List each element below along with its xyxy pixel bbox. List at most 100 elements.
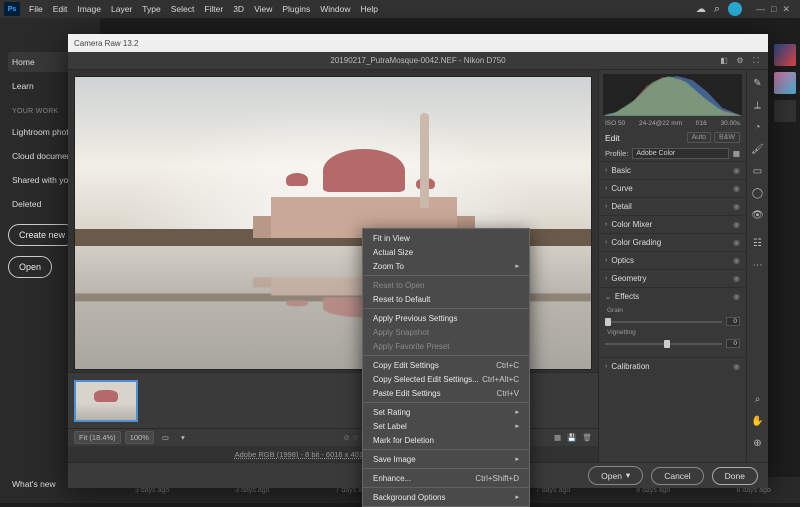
vignetting-slider[interactable] — [605, 343, 722, 345]
crop-tool-icon[interactable]: ⟂ — [751, 98, 765, 112]
menu-plugins[interactable]: Plugins — [277, 4, 315, 14]
section-effects-label: Effects — [615, 292, 639, 301]
hand-tool-icon[interactable]: ✋ — [751, 414, 765, 428]
menu-item-enhance-[interactable]: Enhance...Ctrl+Shift+D — [363, 471, 529, 485]
menu-item-zoom-to[interactable]: Zoom To▸ — [363, 259, 529, 273]
user-avatar[interactable] — [728, 2, 742, 16]
menu-type[interactable]: Type — [137, 4, 165, 14]
visibility-icon[interactable]: ◉ — [733, 202, 740, 211]
menu-item-apply-favorite-preset: Apply Favorite Preset — [363, 339, 529, 353]
create-new-button[interactable]: Create new — [8, 224, 76, 246]
menu-window[interactable]: Window — [315, 4, 355, 14]
profile-browse-icon[interactable]: ▦ — [733, 149, 740, 158]
menu-view[interactable]: View — [249, 4, 277, 14]
menu-item-background-options[interactable]: Background Options▸ — [363, 490, 529, 504]
open-image-button[interactable]: Open▾ — [588, 466, 643, 485]
meta-aperture: f/16 — [696, 120, 707, 127]
bw-button[interactable]: B&W — [714, 132, 740, 143]
search-icon[interactable]: ⌕ — [714, 3, 720, 16]
brush-tool-icon[interactable]: 🖌 — [751, 142, 765, 156]
menu-layer[interactable]: Layer — [106, 4, 137, 14]
section-color-grading[interactable]: ›Color Grading◉ — [599, 233, 746, 251]
visibility-icon[interactable]: ◉ — [733, 220, 740, 229]
window-maximize-icon[interactable]: □ — [771, 4, 776, 15]
heal-tool-icon[interactable]: ◔ — [751, 120, 765, 134]
section-optics[interactable]: ›Optics◉ — [599, 251, 746, 269]
menu-item-set-label[interactable]: Set Label▸ — [363, 419, 529, 433]
zoom-fit-selector[interactable]: Fit (18.4%) — [74, 431, 121, 444]
done-button[interactable]: Done — [712, 467, 758, 485]
filmstrip-toggle-icon[interactable]: ▭ — [158, 433, 173, 442]
menu-item-actual-size[interactable]: Actual Size — [363, 245, 529, 259]
filter-icon[interactable]: ▾ — [177, 433, 189, 442]
zoom-100-button[interactable]: 100% — [125, 431, 154, 444]
menu-item-mark-for-deletion[interactable]: Mark for Deletion — [363, 433, 529, 447]
section-basic[interactable]: ›Basic◉ — [599, 161, 746, 179]
histogram[interactable] — [603, 74, 742, 116]
gradient-tool-icon[interactable]: ▭ — [751, 164, 765, 178]
meta-lens: 24-24@22 mm — [639, 120, 682, 127]
visibility-icon[interactable]: ◉ — [733, 166, 740, 175]
menu-help[interactable]: Help — [355, 4, 382, 14]
sampler-tool-icon[interactable]: ⊕ — [751, 436, 765, 450]
recent-thumbnails — [770, 40, 800, 126]
menu-file[interactable]: File — [24, 4, 48, 14]
redeye-tool-icon[interactable]: 👁 — [751, 208, 765, 222]
visibility-icon[interactable]: ◉ — [733, 274, 740, 283]
recent-thumb[interactable] — [774, 72, 796, 94]
grid-view-icon[interactable]: ▦ — [554, 433, 561, 442]
toggle-before-after-icon[interactable]: ◧ — [718, 55, 730, 67]
menu-image[interactable]: Image — [72, 4, 106, 14]
auto-button[interactable]: Auto — [687, 132, 711, 143]
recent-thumb[interactable] — [774, 100, 796, 122]
chevron-right-icon: › — [605, 221, 607, 228]
chevron-right-icon: › — [605, 257, 607, 264]
menu-item-paste-edit-settings[interactable]: Paste Edit SettingsCtrl+V — [363, 386, 529, 400]
grain-value[interactable]: 0 — [726, 317, 740, 326]
menu-item-copy-selected-edit-settings-[interactable]: Copy Selected Edit Settings...Ctrl+Alt+C — [363, 372, 529, 386]
window-close-icon[interactable]: ✕ — [782, 4, 790, 15]
fullscreen-icon[interactable]: ⛶ — [750, 55, 762, 67]
recent-thumb[interactable] — [774, 44, 796, 66]
menu-edit[interactable]: Edit — [48, 4, 73, 14]
menu-item-set-rating[interactable]: Set Rating▸ — [363, 405, 529, 419]
settings-gear-icon[interactable]: ⚙ — [734, 55, 746, 67]
section-curve[interactable]: ›Curve◉ — [599, 179, 746, 197]
trash-icon[interactable]: 🗑 — [582, 433, 592, 442]
visibility-icon[interactable]: ◉ — [733, 256, 740, 265]
profile-selector[interactable]: Adobe Color — [632, 148, 729, 159]
menu-item-fit-in-view[interactable]: Fit in View — [363, 231, 529, 245]
visibility-icon[interactable]: ◉ — [733, 238, 740, 247]
zoom-tool-icon[interactable]: ⌕ — [751, 392, 765, 406]
vignetting-value[interactable]: 0 — [726, 339, 740, 348]
save-icon[interactable]: 💾 — [567, 433, 576, 442]
grain-slider[interactable] — [605, 321, 722, 323]
menu-select[interactable]: Select — [166, 4, 200, 14]
visibility-icon[interactable]: ◉ — [733, 292, 740, 301]
menu-filter[interactable]: Filter — [199, 4, 228, 14]
section-detail[interactable]: ›Detail◉ — [599, 197, 746, 215]
section-calibration[interactable]: › Calibration ◉ — [599, 357, 746, 375]
meta-iso: ISO 50 — [605, 120, 625, 127]
presets-icon[interactable]: ☷ — [751, 236, 765, 250]
window-minimize-icon[interactable]: — — [756, 4, 765, 15]
section-color-mixer[interactable]: ›Color Mixer◉ — [599, 215, 746, 233]
section-geometry[interactable]: ›Geometry◉ — [599, 269, 746, 287]
menu-item-copy-edit-settings[interactable]: Copy Edit SettingsCtrl+C — [363, 358, 529, 372]
menu-item-apply-previous-settings[interactable]: Apply Previous Settings — [363, 311, 529, 325]
open-button[interactable]: Open — [8, 256, 52, 278]
menu-item-reset-to-default[interactable]: Reset to Default — [363, 292, 529, 306]
visibility-icon[interactable]: ◉ — [733, 184, 740, 193]
menu-item-save-image[interactable]: Save Image▸ — [363, 452, 529, 466]
edit-tool-icon[interactable]: ✎ — [751, 76, 765, 90]
visibility-icon[interactable]: ◉ — [733, 362, 740, 371]
more-icon[interactable]: ⋯ — [751, 258, 765, 272]
chevron-down-icon: ⌄ — [605, 293, 611, 301]
menu-3d[interactable]: 3D — [228, 4, 249, 14]
chevron-right-icon: › — [605, 185, 607, 192]
cancel-button[interactable]: Cancel — [651, 467, 703, 485]
filmstrip-thumb[interactable] — [74, 380, 138, 422]
radial-tool-icon[interactable]: ◯ — [751, 186, 765, 200]
cloud-sync-icon[interactable]: ☁ — [696, 4, 706, 15]
section-effects[interactable]: ⌄ Effects ◉ — [599, 287, 746, 305]
